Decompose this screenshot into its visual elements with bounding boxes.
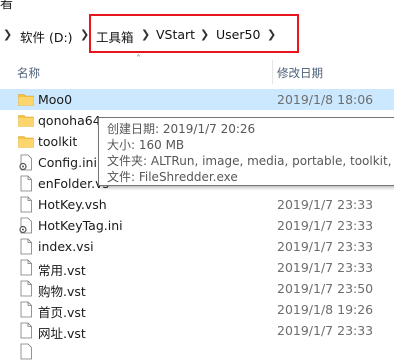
file-name: 首页.vst [38,305,86,320]
column-divider[interactable] [272,60,273,84]
tooltip-size: 大小: 160 MB [107,138,185,152]
file-name: HotKeyTag.ini [38,218,123,233]
sort-ascending-icon: ˄ [136,54,141,65]
list-item[interactable]: Moo0 2019/1/8 18:06 [0,89,394,110]
list-item[interactable]: HotKeyTag.ini 2019/1/7 23:33 [0,215,394,236]
file-icon [20,259,32,276]
file-icon [20,343,32,360]
file-date: 2019/1/7 23:50 [277,281,374,296]
folder-icon [18,94,34,106]
file-name: 购物.vst [38,284,86,299]
tooltip-created-date: 创建日期: 2019/1/7 20:26 [107,122,256,136]
folder-icon [18,136,34,148]
file-date: 2019/1/7 23:33 [277,239,374,254]
file-date: 2019/1/7 23:33 [277,260,374,275]
settings-file-icon [19,154,32,171]
file-date: 2019/1/7 23:33 [277,197,374,212]
list-item[interactable]: 首页.vst 2019/1/8 19:26 [0,299,394,320]
file-name: HotKey.vsh [38,197,107,212]
list-item[interactable]: 网址.vst 2019/1/7 23:33 [0,320,394,341]
highlight-annotation-box [89,14,299,53]
file-date: 2019/1/8 18:06 [277,92,374,107]
file-icon [20,196,32,213]
settings-file-icon [19,217,32,234]
window-title-fragment: 看 [0,0,14,12]
list-item[interactable]: 常用.vst 2019/1/7 23:33 [0,257,394,278]
file-icon [20,322,32,339]
breadcrumb-item-drive[interactable]: 软件 (D:) [20,27,73,46]
list-item[interactable]: 购物.vst 2019/1/7 23:50 [0,278,394,299]
file-name: 网址.vst [38,326,86,341]
column-header-row: ˄ 名称 修改日期 [0,54,394,84]
breadcrumb-root-chevron-icon[interactable]: ❯ [3,28,12,41]
tooltip-folders: 文件夹: ALTRun, image, media, portable, too… [107,154,394,168]
file-name: qonoha64 [38,113,101,128]
file-icon [20,175,32,192]
folder-info-tooltip: 创建日期: 2019/1/7 20:26 大小: 160 MB 文件夹: ALT… [98,117,394,186]
file-name: 常用.vst [38,263,86,278]
file-name: Moo0 [38,92,73,107]
column-header-date-modified[interactable]: 修改日期 [277,65,323,81]
column-header-name[interactable]: 名称 [17,65,40,81]
file-name: toolkit [38,134,78,149]
list-item-partial[interactable] [0,341,394,362]
list-item[interactable]: HotKey.vsh 2019/1/7 23:33 [0,194,394,215]
file-date: 2019/1/7 23:33 [277,323,374,338]
file-icon [20,280,32,297]
file-icon [20,301,32,318]
file-name: Config.ini [38,155,97,170]
folder-icon [18,115,34,127]
tooltip-files: 文件: FileShredder.exe [107,170,238,184]
file-date: 2019/1/8 19:26 [277,302,374,317]
file-name: index.vsi [38,239,94,254]
file-date: 2019/1/7 23:33 [277,218,374,233]
file-icon [20,238,32,255]
list-item[interactable]: index.vsi 2019/1/7 23:33 [0,236,394,257]
breadcrumb-chevron-icon[interactable]: ❯ [80,28,89,41]
